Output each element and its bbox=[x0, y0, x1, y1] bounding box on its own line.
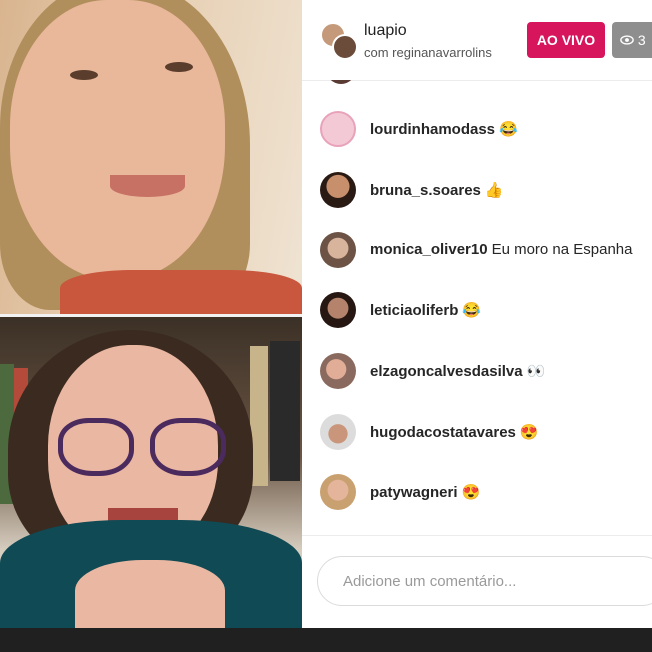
host-avatars[interactable] bbox=[320, 22, 358, 60]
host-eye-right bbox=[165, 62, 193, 72]
host-face bbox=[10, 0, 225, 280]
comment-avatar[interactable] bbox=[320, 474, 356, 510]
live-chat-panel: luapio com reginanavarrolins AO VIVO 3 l… bbox=[302, 0, 652, 628]
comment-message: Eu moro na Espanha bbox=[491, 241, 633, 258]
host-video-feed[interactable] bbox=[0, 0, 302, 316]
comment-message: 😂 bbox=[499, 121, 518, 138]
comment-item: lourdinhamodass 😂 bbox=[320, 111, 652, 149]
comment-item: hugodacostatavares 😍 bbox=[320, 414, 652, 452]
comments-list[interactable]: lourdinhamodass 😂 bruna_s.soares 👍 monica_… bbox=[302, 80, 652, 535]
video-divider bbox=[0, 314, 302, 317]
comment-message: 👍 bbox=[484, 182, 504, 199]
comment-username[interactable]: monica_oliver10 bbox=[370, 241, 488, 258]
comment-item: monica_oliver10 Eu moro na Espanha bbox=[320, 232, 652, 270]
comment-username[interactable]: leticiaoliferb bbox=[370, 302, 458, 319]
viewer-count-badge: 3 bbox=[612, 22, 652, 58]
host-mouth bbox=[110, 175, 185, 197]
live-stream-view: luapio com reginanavarrolins AO VIVO 3 l… bbox=[0, 0, 652, 628]
host-eye-left bbox=[70, 70, 98, 80]
host-shirt bbox=[60, 270, 302, 316]
viewer-count: 3 bbox=[637, 32, 646, 48]
comment-username[interactable]: hugodacostatavares bbox=[370, 424, 516, 441]
comment-avatar[interactable] bbox=[320, 353, 356, 389]
live-badge: AO VIVO bbox=[527, 22, 605, 58]
comment-username[interactable]: patywagneri bbox=[370, 484, 458, 501]
comment-input[interactable]: Adicione um comentário... ⋮ bbox=[317, 556, 652, 606]
guest-avatar bbox=[332, 34, 358, 60]
guest-line[interactable]: com reginanavarrolins bbox=[364, 45, 492, 60]
comment-avatar bbox=[326, 80, 356, 84]
comment-item: leticiaoliferb 😂 bbox=[320, 292, 652, 330]
bottom-bar bbox=[0, 628, 652, 652]
more-options-icon[interactable]: ⋮ bbox=[648, 571, 652, 589]
comment-message: 😍 bbox=[461, 484, 481, 501]
eye-icon bbox=[620, 35, 634, 45]
guest-hands bbox=[75, 560, 225, 628]
guest-glasses-right bbox=[150, 418, 226, 476]
bookshelf-book bbox=[270, 341, 300, 481]
comment-username[interactable]: bruna_s.soares bbox=[370, 182, 481, 199]
host-username[interactable]: luapio bbox=[364, 22, 407, 40]
comment-placeholder: Adicione um comentário... bbox=[343, 573, 517, 590]
comment-avatar[interactable] bbox=[320, 232, 356, 268]
comment-message: 😂 bbox=[462, 302, 482, 319]
comment-item: elzagoncalvesdasilva 👀 bbox=[320, 353, 652, 391]
comment-avatar[interactable] bbox=[320, 414, 356, 450]
comment-avatar[interactable] bbox=[320, 172, 356, 208]
comment-composer: Adicione um comentário... ⋮ bbox=[302, 535, 652, 629]
guest-glasses-left bbox=[58, 418, 134, 476]
comment-message: 👀 bbox=[526, 363, 546, 380]
comment-message: 😍 bbox=[519, 424, 539, 441]
video-area bbox=[0, 0, 302, 628]
comment-avatar[interactable] bbox=[320, 111, 356, 147]
comment-avatar[interactable] bbox=[320, 292, 356, 328]
comment-item: bruna_s.soares 👍 bbox=[320, 172, 652, 210]
comment-item: patywagneri 😍 bbox=[320, 474, 652, 512]
comment-username[interactable]: elzagoncalvesdasilva bbox=[370, 363, 523, 380]
comment-username[interactable]: lourdinhamodass bbox=[370, 121, 495, 138]
live-header: luapio com reginanavarrolins AO VIVO 3 bbox=[302, 0, 652, 81]
